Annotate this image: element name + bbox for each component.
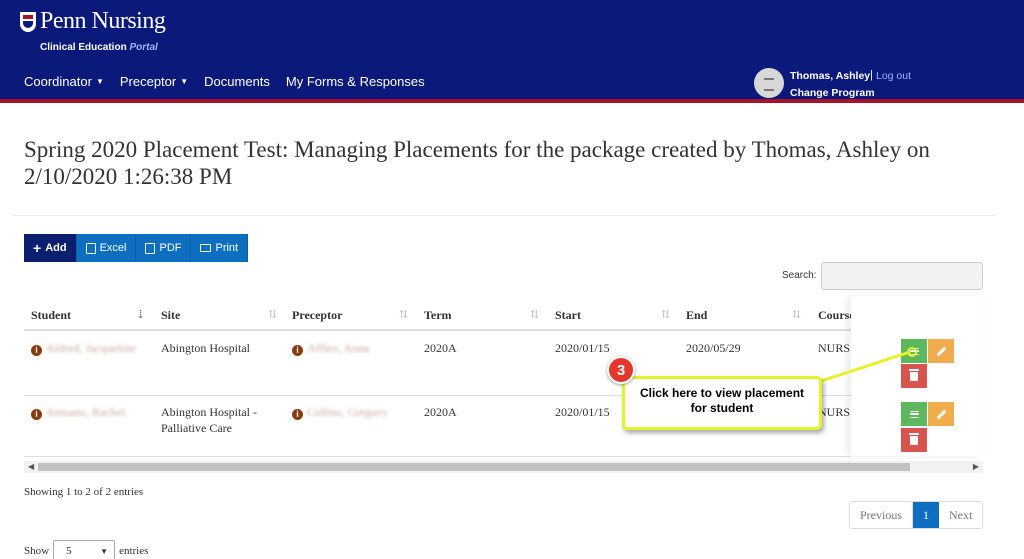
tutorial-callout: Click here to view placement for student xyxy=(622,376,822,430)
callout-pointer-line xyxy=(817,347,917,384)
step-number-badge: 3 xyxy=(607,356,635,384)
